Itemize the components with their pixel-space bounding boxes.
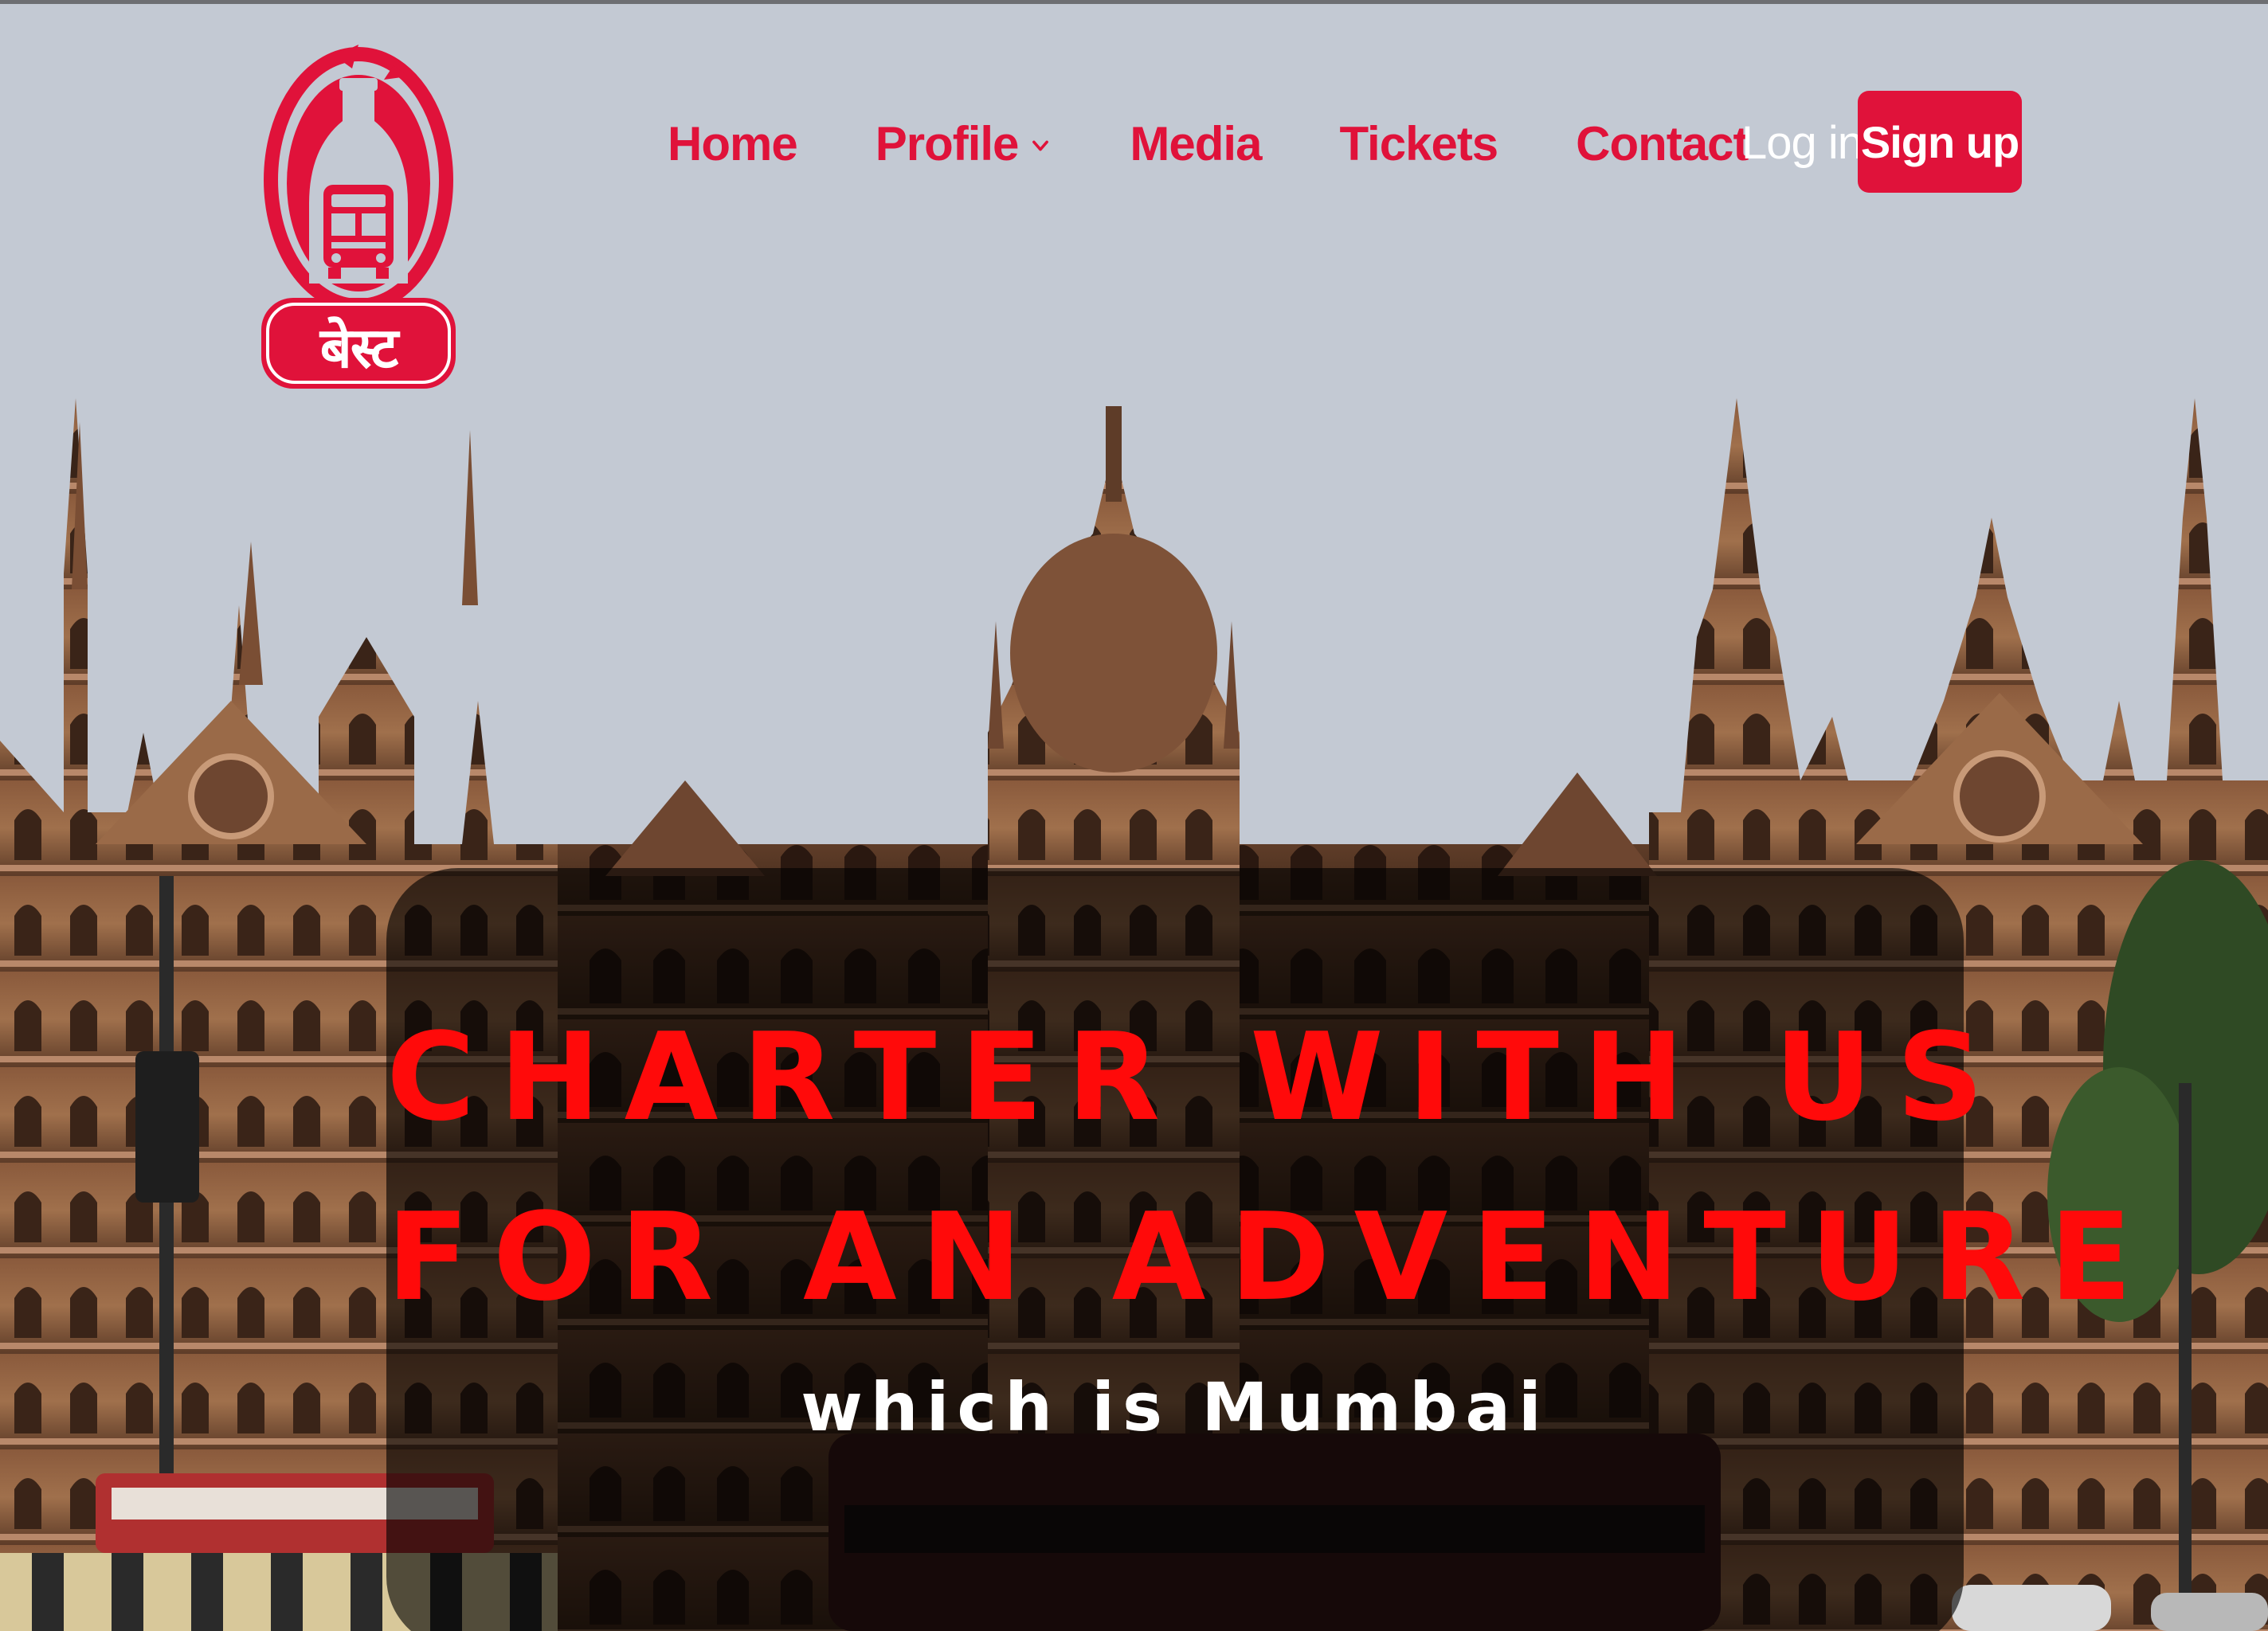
hero-title-line-2: FOR AN ADVENTURE (386, 1187, 2156, 1328)
nav-item-profile[interactable]: Profile (875, 116, 1052, 171)
nav-item-media[interactable]: Media (1130, 116, 1262, 171)
nav-item-profile-label: Profile (875, 116, 1020, 170)
nav-item-home[interactable]: Home (668, 116, 798, 171)
hero-title: CHARTER WITH US FOR AN ADVENTURE (386, 988, 2156, 1347)
chevron-down-icon (1029, 135, 1052, 157)
best-logo[interactable]: बेस्ट (257, 45, 460, 392)
hero-subtitle: which is Mumbai (801, 1368, 1549, 1446)
nav-item-tickets[interactable]: Tickets (1339, 116, 1498, 171)
main-nav: Home Profile Media Tickets Contact (668, 104, 1749, 183)
top-border (0, 0, 2268, 4)
hero-title-line-1: CHARTER WITH US (386, 1007, 2008, 1148)
nav-item-contact[interactable]: Contact (1576, 116, 1749, 171)
signup-button[interactable]: Sign up (1858, 91, 2022, 193)
logo-wordmark: बेस्ट (319, 315, 398, 381)
login-link[interactable]: Log in (1741, 111, 1863, 175)
